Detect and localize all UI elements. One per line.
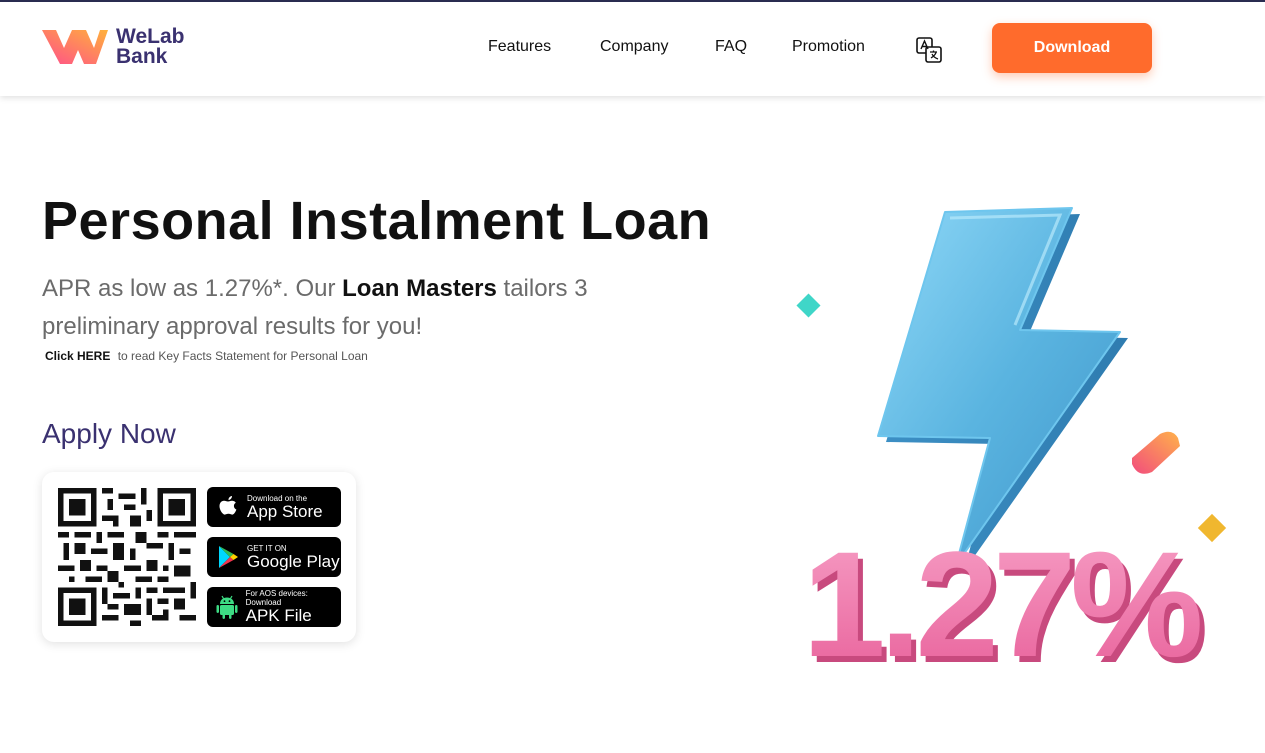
kfs-note: Click HERE to read Key Facts Statement f…: [45, 349, 368, 363]
apply-now-heading: Apply Now: [42, 418, 176, 449]
rate-graphic: 1.27% 1.27%: [802, 520, 1211, 694]
nav-promotion[interactable]: Promotion: [792, 38, 865, 56]
site-header: WeLab Bank Features Company FAQ Promotio…: [0, 2, 1265, 96]
lightning-bolt-icon: [877, 207, 1128, 571]
rate-text: 1.27%: [802, 520, 1200, 688]
download-button[interactable]: Download: [992, 23, 1152, 73]
nav-features[interactable]: Features: [488, 38, 551, 56]
google-play-badge[interactable]: GET IT ON Google Play: [207, 537, 341, 577]
logo-line-1: WeLab: [116, 25, 185, 48]
subtitle-bold: Loan Masters: [342, 275, 497, 302]
teal-diamond-icon: [796, 293, 821, 318]
apk-small: For AOS devices: Download: [245, 589, 308, 607]
nav-company[interactable]: Company: [600, 38, 668, 56]
welab-logo-icon: [42, 30, 108, 64]
google-play-big: Google Play: [247, 551, 340, 571]
apk-big: APK File: [245, 606, 312, 625]
page-title: Personal Instalment Loan: [42, 191, 712, 251]
hero-subtitle: APR as low as 1.27%*. Our Loan Masters t…: [42, 270, 642, 346]
nav-faq[interactable]: FAQ: [715, 38, 747, 56]
welab-logo[interactable]: WeLab Bank: [42, 26, 184, 68]
subtitle-pre: APR as low as 1.27%*. Our: [42, 275, 343, 302]
android-icon: [213, 594, 242, 620]
apk-file-badge[interactable]: For AOS devices: Download APK File: [207, 587, 341, 627]
logo-line-2: Bank: [116, 45, 168, 68]
kfs-text: to read Key Facts Statement for Personal…: [117, 349, 368, 363]
qr-code[interactable]: [58, 488, 196, 626]
logo-wordmark: WeLab Bank: [116, 25, 185, 68]
translate-icon[interactable]: [916, 37, 942, 63]
app-store-badge[interactable]: Download on the App Store: [207, 487, 341, 527]
download-card: Download on the App Store GET IT ON Goog…: [42, 472, 356, 642]
apple-icon: [213, 495, 243, 519]
app-store-big: App Store: [247, 501, 323, 521]
kfs-link[interactable]: Click HERE: [45, 349, 110, 363]
google-play-icon: [213, 545, 243, 569]
hero-illustration: 1.27% 1.27%: [796, 207, 1227, 694]
coral-pill-icon: [1132, 431, 1180, 474]
